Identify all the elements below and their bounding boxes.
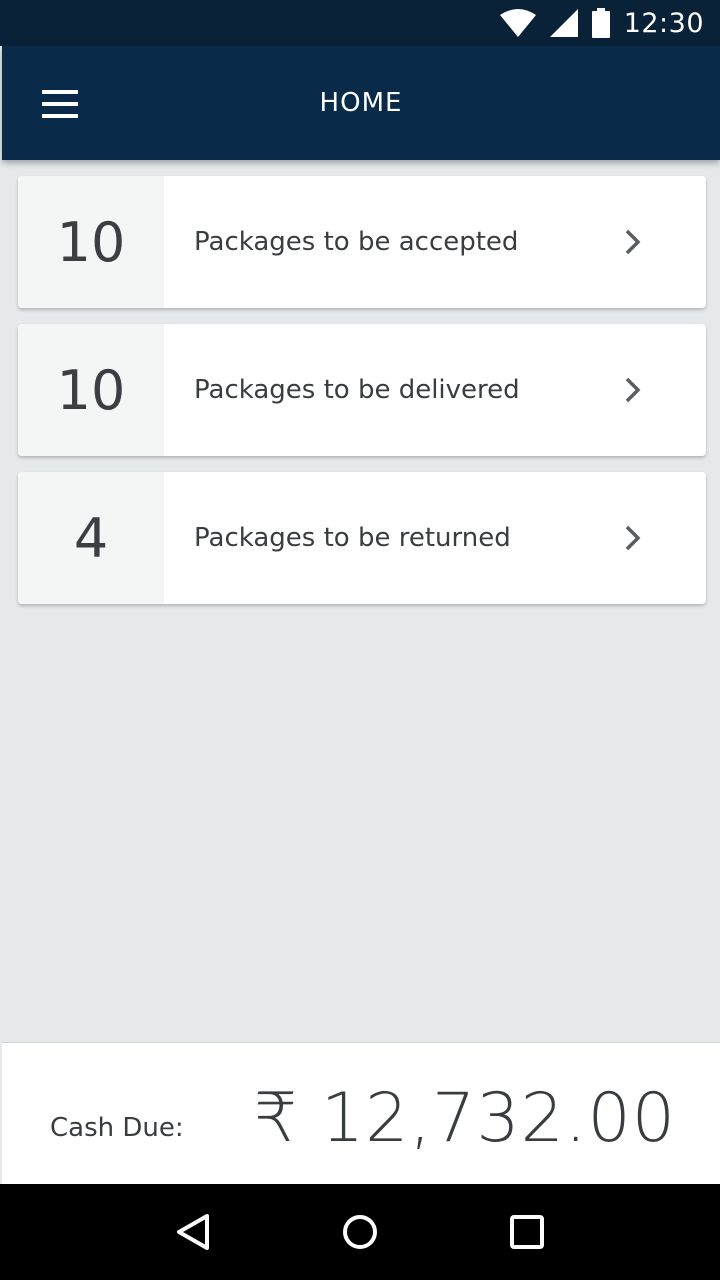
packages-accepted-card[interactable]: 10 Packages to be accepted bbox=[18, 176, 706, 308]
status-time: 12:30 bbox=[623, 7, 704, 39]
home-icon[interactable] bbox=[320, 1192, 400, 1272]
packages-returned-card[interactable]: 4 Packages to be returned bbox=[18, 472, 706, 604]
chevron-right-icon bbox=[580, 472, 706, 604]
battery-icon bbox=[591, 8, 610, 38]
status-bar: 12:30 bbox=[0, 0, 720, 46]
navigation-bar bbox=[0, 1184, 720, 1280]
menu-icon[interactable] bbox=[32, 76, 88, 132]
chevron-right-icon bbox=[580, 324, 706, 456]
wifi-icon bbox=[499, 9, 536, 37]
package-count: 10 bbox=[18, 324, 164, 456]
package-label: Packages to be returned bbox=[194, 523, 511, 553]
cash-due-amount: ₹ 12,732.00 bbox=[254, 1079, 676, 1158]
recents-icon[interactable] bbox=[487, 1192, 567, 1272]
screen: 12:30 HOME 10 Packages to be accepted 10… bbox=[0, 0, 720, 1280]
cash-due-label: Cash Due: bbox=[50, 1113, 184, 1143]
package-label: Packages to be accepted bbox=[194, 227, 519, 257]
signal-icon bbox=[549, 9, 578, 37]
packages-delivered-card[interactable]: 10 Packages to be delivered bbox=[18, 324, 706, 456]
back-icon[interactable] bbox=[153, 1192, 233, 1272]
package-count: 4 bbox=[18, 472, 164, 604]
chevron-right-icon bbox=[580, 176, 706, 308]
cash-due-panel: Cash Due: ₹ 12,732.00 bbox=[2, 1042, 720, 1184]
package-count: 10 bbox=[18, 176, 164, 308]
page-title: HOME bbox=[319, 88, 403, 118]
app-bar: HOME bbox=[2, 46, 720, 160]
package-label: Packages to be delivered bbox=[194, 375, 520, 405]
